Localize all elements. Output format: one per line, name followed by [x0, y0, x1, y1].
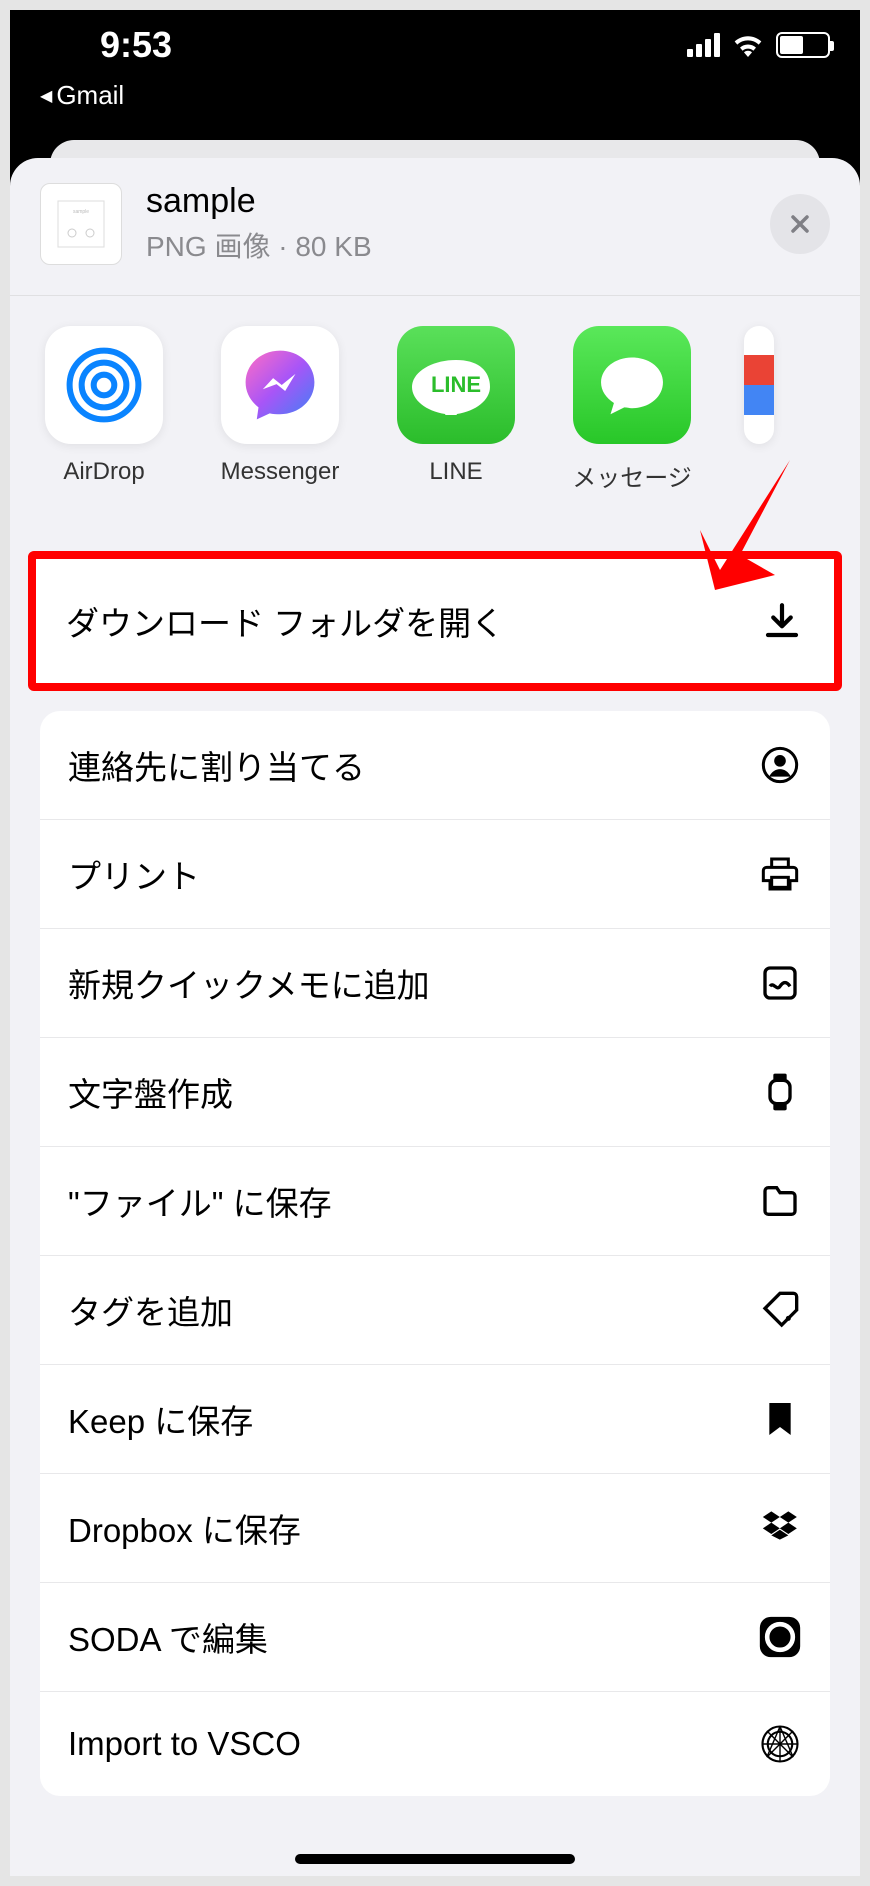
action-import-vsco[interactable]: Import to VSCO — [40, 1692, 830, 1796]
action-label: 連絡先に割り当てる — [68, 741, 365, 789]
share-app-messenger[interactable]: Messenger — [216, 326, 344, 493]
action-label: "ファイル" に保存 — [68, 1177, 332, 1225]
battery-icon — [776, 32, 830, 58]
close-icon — [788, 212, 812, 236]
action-add-tags[interactable]: タグを追加 — [40, 1256, 830, 1365]
sheet-header: sample sample PNG 画像 · 80 KB — [10, 158, 860, 289]
svg-text:LINE: LINE — [431, 372, 481, 397]
action-label: プリント — [68, 850, 200, 898]
app-label: AirDrop — [63, 458, 144, 486]
partial-app-icon — [744, 326, 774, 444]
action-print[interactable]: プリント — [40, 820, 830, 929]
action-save-dropbox[interactable]: Dropbox に保存 — [40, 1474, 830, 1583]
action-quicknote[interactable]: 新規クイックメモに追加 — [40, 929, 830, 1038]
action-watchface[interactable]: 文字盤作成 — [40, 1038, 830, 1147]
line-icon: LINE — [397, 326, 515, 444]
action-label: 新規クイックメモに追加 — [68, 959, 430, 1007]
share-app-more[interactable] — [744, 326, 774, 493]
wifi-icon — [732, 33, 764, 57]
share-sheet: sample sample PNG 画像 · 80 KB AirDrop — [10, 158, 860, 1876]
bookmark-icon — [758, 1397, 802, 1441]
file-name: sample — [146, 182, 746, 221]
share-app-row: AirDrop Messenger LINE LINE — [10, 295, 860, 517]
svg-text:sample: sample — [73, 209, 89, 215]
download-icon — [760, 599, 804, 643]
airdrop-icon — [45, 326, 163, 444]
close-button[interactable] — [770, 194, 830, 254]
action-save-keep[interactable]: Keep に保存 — [40, 1365, 830, 1474]
action-label: 文字盤作成 — [68, 1068, 233, 1116]
action-list: 連絡先に割り当てる プリント 新規クイックメモに追加 文字盤作成 "ファイル" … — [40, 711, 830, 1796]
messenger-icon — [221, 326, 339, 444]
status-time: 9:53 — [100, 24, 172, 66]
home-indicator[interactable] — [295, 1854, 575, 1864]
status-icons — [687, 32, 830, 58]
vsco-icon — [758, 1722, 802, 1766]
app-label: LINE — [429, 458, 482, 486]
file-thumbnail: sample — [40, 183, 122, 265]
cellular-signal-icon — [687, 33, 720, 57]
status-bar: 9:53 — [10, 10, 860, 80]
quicknote-icon — [758, 961, 802, 1005]
messages-icon — [573, 326, 691, 444]
action-label: タグを追加 — [68, 1286, 233, 1334]
share-app-messages[interactable]: メッセージ — [568, 326, 696, 493]
tag-icon — [758, 1288, 802, 1332]
action-label: ダウンロード フォルダを開く — [66, 597, 504, 645]
soda-icon — [758, 1615, 802, 1659]
action-label: Dropbox に保存 — [68, 1504, 301, 1552]
dropbox-icon — [758, 1506, 802, 1550]
print-icon — [758, 852, 802, 896]
action-label: SODA で編集 — [68, 1613, 268, 1661]
app-label: Messenger — [221, 458, 340, 486]
back-to-app[interactable]: Gmail — [10, 80, 860, 125]
action-label: Keep に保存 — [68, 1395, 253, 1443]
file-meta: PNG 画像 · 80 KB — [146, 225, 746, 265]
action-assign-contact[interactable]: 連絡先に割り当てる — [40, 711, 830, 820]
watchface-icon — [758, 1070, 802, 1114]
action-edit-soda[interactable]: SODA で編集 — [40, 1583, 830, 1692]
action-label: Import to VSCO — [68, 1725, 301, 1763]
folder-icon — [758, 1179, 802, 1223]
open-downloads-folder[interactable]: ダウンロード フォルダを開く — [28, 551, 842, 691]
action-save-files[interactable]: "ファイル" に保存 — [40, 1147, 830, 1256]
back-app-label: Gmail — [56, 80, 124, 111]
share-app-airdrop[interactable]: AirDrop — [40, 326, 168, 493]
app-label: メッセージ — [572, 458, 692, 493]
share-app-line[interactable]: LINE LINE — [392, 326, 520, 493]
contact-icon — [758, 743, 802, 787]
